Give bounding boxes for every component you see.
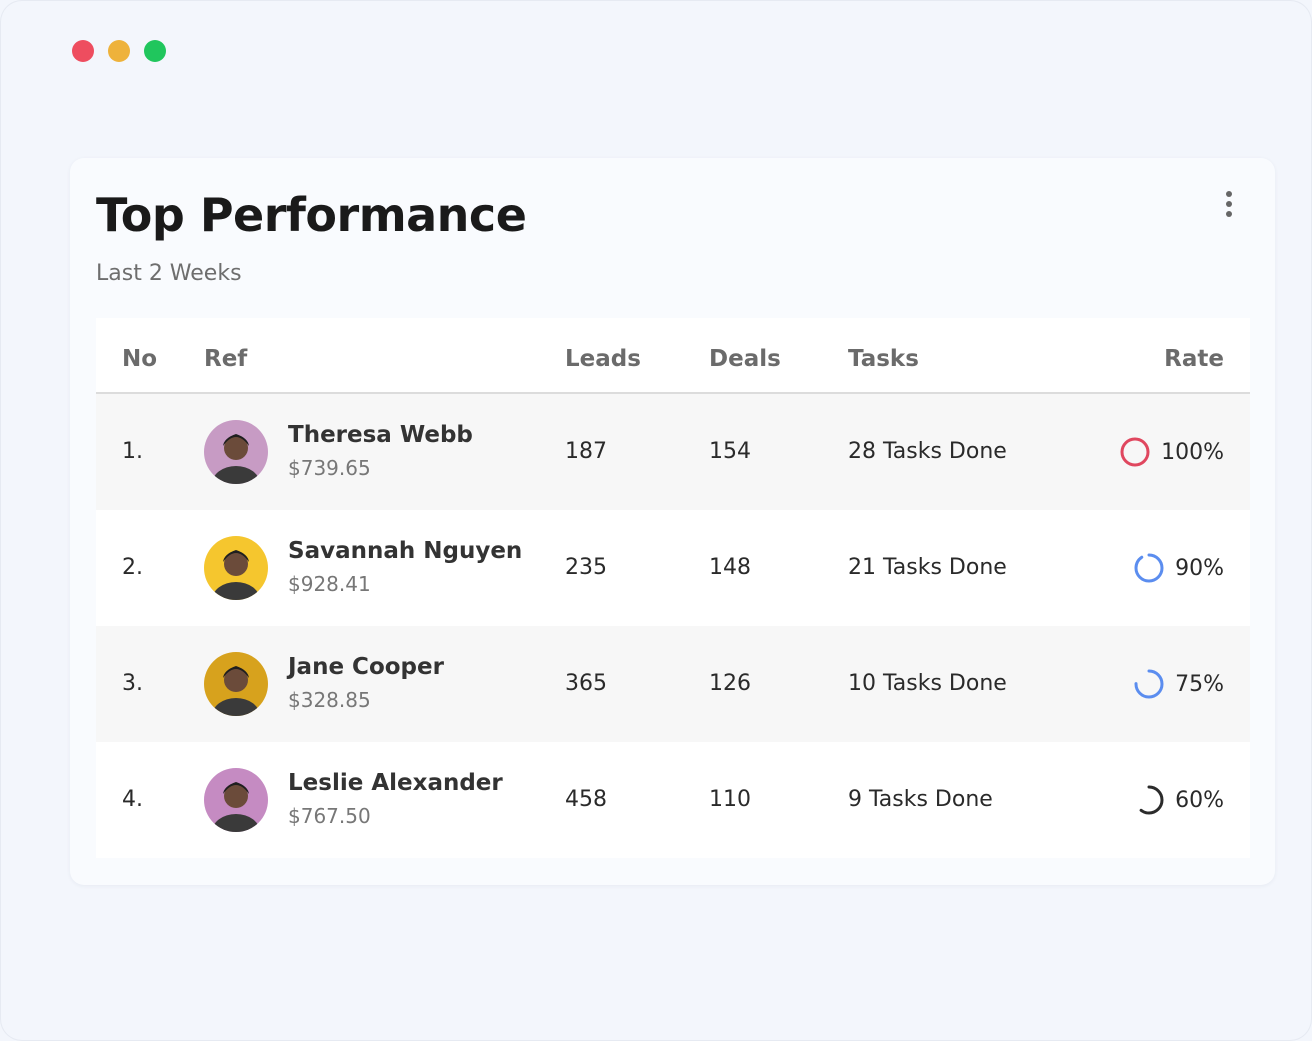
avatar xyxy=(204,652,268,716)
table-row[interactable]: 2. Savannah Nguyen $928.41 235 148 21 Tasks D… xyxy=(96,510,1250,626)
avatar xyxy=(204,536,268,600)
minimize-window-button[interactable] xyxy=(108,40,130,62)
column-header-leads[interactable]: Leads xyxy=(565,346,641,372)
table-body: 1. Theresa Webb $739.65 187 154 28 Tasks Done… xyxy=(96,394,1250,858)
row-number: 3. xyxy=(122,671,143,696)
column-header-tasks[interactable]: Tasks xyxy=(848,346,919,372)
tasks-value: 28 Tasks Done xyxy=(848,439,1007,464)
tasks-value: 21 Tasks Done xyxy=(848,555,1007,580)
table-header: No Ref Leads Deals Tasks Rate xyxy=(96,318,1250,394)
person-name: Savannah Nguyen xyxy=(288,538,523,564)
person-name: Leslie Alexander xyxy=(288,770,503,796)
top-performance-card: Top Performance Last 2 Weeks No Ref Lead… xyxy=(70,158,1275,885)
deals-value: 154 xyxy=(709,439,751,464)
close-window-button[interactable] xyxy=(72,40,94,62)
person-name: Theresa Webb xyxy=(288,422,473,448)
app-window: Top Performance Last 2 Weeks No Ref Lead… xyxy=(0,0,1312,1041)
column-header-no[interactable]: No xyxy=(122,346,157,372)
person-amount: $739.65 xyxy=(288,456,371,480)
person-amount: $928.41 xyxy=(288,572,371,596)
more-vertical-icon-dot xyxy=(1226,211,1232,217)
tasks-value: 9 Tasks Done xyxy=(848,787,993,812)
rate-progress-ring-icon xyxy=(1134,669,1164,699)
rate-value: 90% xyxy=(1175,555,1224,581)
person-name: Jane Cooper xyxy=(288,654,444,680)
column-header-rate[interactable]: Rate xyxy=(1164,346,1224,372)
avatar xyxy=(204,420,268,484)
deals-value: 110 xyxy=(709,787,751,812)
column-header-deals[interactable]: Deals xyxy=(709,346,781,372)
deals-value: 126 xyxy=(709,671,751,696)
card-subtitle: Last 2 Weeks xyxy=(96,261,242,286)
more-vertical-icon-dot xyxy=(1226,201,1232,207)
row-number: 4. xyxy=(122,787,143,812)
rate-progress-ring-icon xyxy=(1120,437,1150,467)
row-number: 2. xyxy=(122,555,143,580)
window-controls xyxy=(72,40,166,62)
leads-value: 458 xyxy=(565,787,607,812)
maximize-window-button[interactable] xyxy=(144,40,166,62)
rate-progress-ring-icon xyxy=(1134,785,1164,815)
rate-progress-ring-icon xyxy=(1134,553,1164,583)
rate-value: 75% xyxy=(1175,671,1224,697)
table-row[interactable]: 3. Jane Cooper $328.85 365 126 10 Tasks Done 7… xyxy=(96,626,1250,742)
person-amount: $328.85 xyxy=(288,688,371,712)
rate-value: 100% xyxy=(1161,439,1224,465)
column-header-ref[interactable]: Ref xyxy=(204,346,247,372)
deals-value: 148 xyxy=(709,555,751,580)
rate-cell: 60% xyxy=(1133,784,1224,816)
rate-value: 60% xyxy=(1175,787,1224,813)
performance-table: No Ref Leads Deals Tasks Rate 1. Theresa … xyxy=(96,318,1250,858)
rate-cell: 100% xyxy=(1119,436,1224,468)
leads-value: 365 xyxy=(565,671,607,696)
leads-value: 187 xyxy=(565,439,607,464)
avatar xyxy=(204,768,268,832)
table-row[interactable]: 1. Theresa Webb $739.65 187 154 28 Tasks Done… xyxy=(96,394,1250,510)
card-title: Top Performance xyxy=(96,188,527,242)
row-number: 1. xyxy=(122,439,143,464)
more-options-button[interactable] xyxy=(1221,188,1237,220)
tasks-value: 10 Tasks Done xyxy=(848,671,1007,696)
person-amount: $767.50 xyxy=(288,804,371,828)
more-vertical-icon xyxy=(1226,191,1232,197)
leads-value: 235 xyxy=(565,555,607,580)
table-row[interactable]: 4. Leslie Alexander $767.50 458 110 9 Tasks D… xyxy=(96,742,1250,858)
rate-cell: 75% xyxy=(1133,668,1224,700)
rate-cell: 90% xyxy=(1133,552,1224,584)
